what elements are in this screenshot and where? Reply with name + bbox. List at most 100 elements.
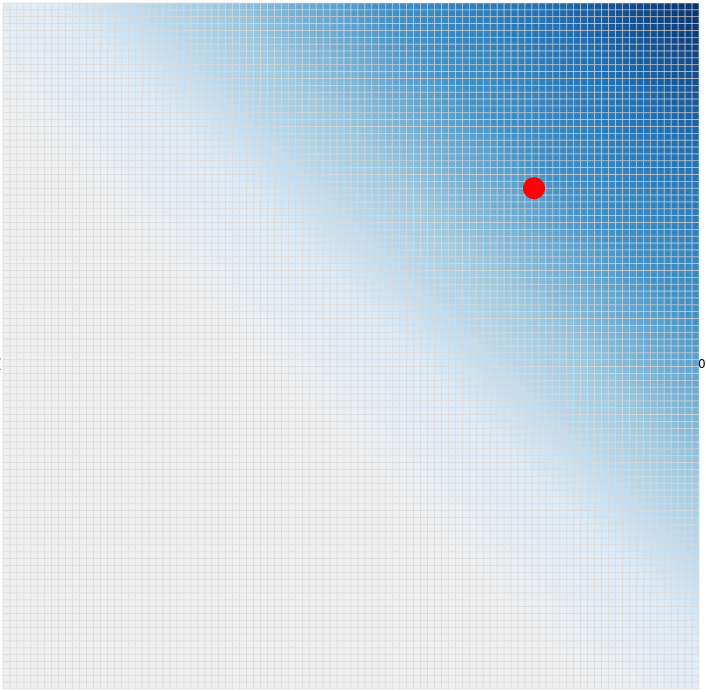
heatmap-cell [51,297,59,306]
heatmap-cell [684,160,693,168]
heatmap-cell [629,133,637,141]
heatmap-cell [295,242,303,251]
heatmap-cell [190,85,199,93]
heatmap-cell [663,201,672,210]
heatmap-cell [44,256,53,264]
heatmap-cell [162,57,171,66]
heatmap-cell [413,98,421,107]
heatmap-cell [44,30,53,38]
heatmap-cell [343,181,352,189]
heatmap-cell [371,297,380,306]
heatmap-cell [232,64,240,72]
heatmap-cell [155,119,164,127]
heatmap-cell [420,126,428,134]
heatmap-cell [121,201,129,210]
heatmap-cell [594,222,602,230]
heatmap-cell [148,304,157,312]
heatmap-cell [482,297,491,306]
heatmap-cell [162,36,171,45]
heatmap-cell [517,174,526,182]
heatmap-cell [211,36,220,45]
heatmap-cell [288,229,296,237]
heatmap-cell [107,146,115,155]
heatmap-cell [93,325,101,333]
heatmap-cell [169,242,178,251]
heatmap-cell [58,304,66,312]
heatmap-cell [691,325,700,333]
heatmap-cell [246,283,254,292]
heatmap-cell [684,112,693,120]
heatmap-cell [9,318,18,326]
heatmap-cell [197,242,206,251]
heatmap-cell [295,174,303,182]
heatmap-cell [475,222,484,230]
heatmap-cell [114,229,122,237]
heatmap-cell [489,311,498,319]
heatmap-cell [225,43,233,52]
heatmap-cell [329,201,338,210]
heatmap-cell [162,160,171,168]
heatmap-cell [155,133,164,141]
heatmap-cell [218,304,227,312]
heatmap-cell [301,71,310,79]
heatmap-cell [100,57,108,66]
heatmap-cell [406,290,414,299]
heatmap-cell [114,50,122,59]
heatmap-cell [455,242,463,251]
heatmap-cell [552,36,561,45]
heatmap-cell [643,85,651,93]
heatmap-cell [343,112,352,120]
heatmap-cell [643,222,651,230]
heatmap-cell [2,153,11,162]
heatmap-cell [580,16,588,24]
heatmap-cell [475,249,484,258]
heatmap-cell [308,23,317,31]
heatmap-cell [670,160,679,168]
heatmap-cell [580,64,588,72]
heatmap-cell [649,325,658,333]
heatmap-cell [107,277,115,285]
heatmap-cell [608,85,616,93]
heatmap-cell [608,57,616,66]
heatmap-cell [670,181,679,189]
heatmap-cell [636,9,644,18]
heatmap-cell [427,215,435,223]
heatmap-cell [183,249,192,258]
heatmap-cell [121,16,129,24]
heatmap-cell [183,208,192,216]
heatmap-cell [552,229,561,237]
heatmap-cell [288,139,296,148]
heatmap-cell [2,331,11,340]
heatmap-cell [267,2,275,11]
heatmap-cell [538,91,547,100]
heatmap-cell [489,325,498,333]
heatmap-cell [448,222,456,230]
heatmap-cell [663,160,672,168]
heatmap-cell [169,139,178,148]
heatmap-cell [580,126,588,134]
heatmap-cell [260,57,268,66]
heatmap-cell [288,30,296,38]
heatmap-cell [51,283,59,292]
heatmap-cell [448,338,456,347]
heatmap-cell [601,64,609,72]
heatmap-cell [16,263,25,271]
heatmap-cell [121,181,129,189]
heatmap-cell [343,256,352,264]
heatmap-cell [72,283,80,292]
heatmap-cell [462,235,470,244]
heatmap-cell [86,160,94,168]
heatmap-cell [9,201,18,210]
heatmap-cell [510,16,519,24]
heatmap-cell [281,98,289,107]
heatmap-cell [517,9,526,18]
heatmap-cell [44,249,53,258]
heatmap-cell [253,201,261,210]
heatmap-cell [51,242,59,251]
heatmap-cell [441,64,449,72]
heatmap-cell [218,283,227,292]
heatmap-cell [371,215,380,223]
heatmap-cell [649,98,658,107]
heatmap-cell [141,338,150,347]
heatmap-cell [267,249,275,258]
